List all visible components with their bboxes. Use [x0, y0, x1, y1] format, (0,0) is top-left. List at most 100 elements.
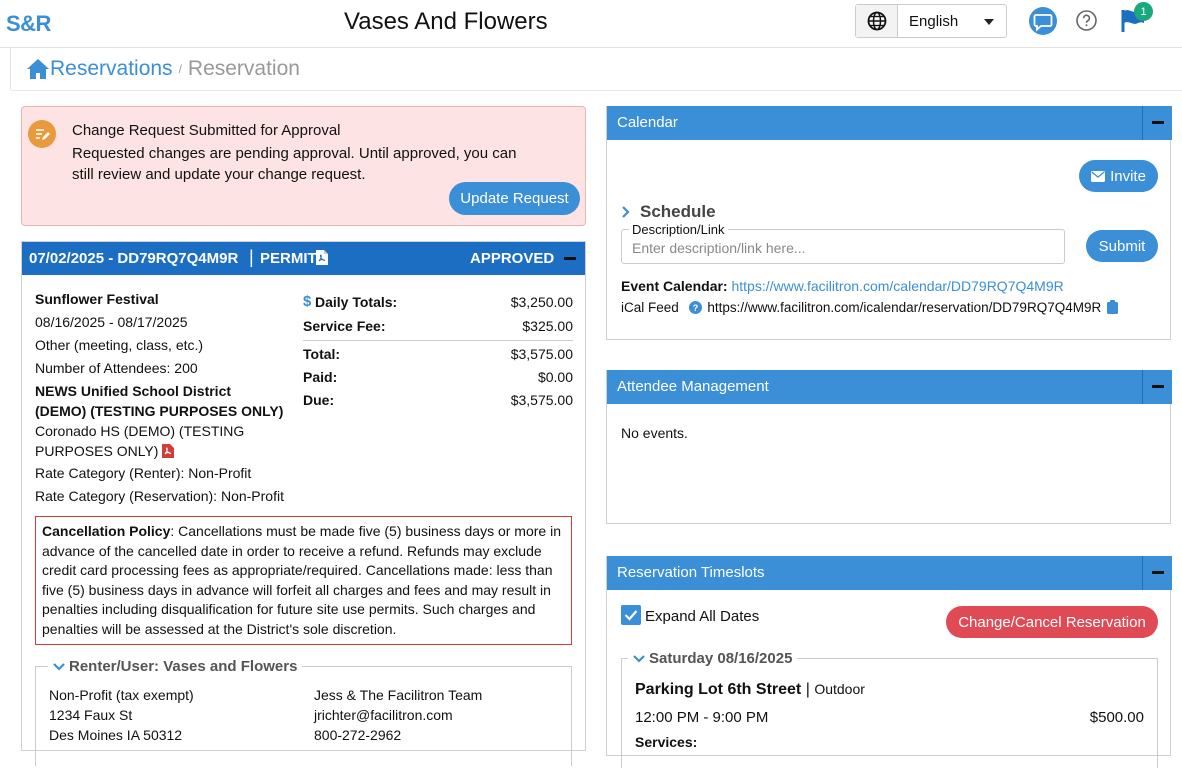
divider [303, 340, 573, 341]
dollar-icon: $ [303, 293, 312, 310]
timeslots-title: Reservation Timeslots [617, 564, 765, 581]
totals-value: $3,575.00 [510, 346, 573, 362]
totals-value: $0.00 [537, 369, 573, 385]
brand-logo[interactable]: S&R [6, 11, 51, 37]
invite-label: Invite [1110, 167, 1146, 185]
renter-section: Renter/User: Vases and Flowers Non-Profi… [35, 658, 572, 766]
location-type: Outdoor [814, 681, 865, 697]
description-label: Description/Link [629, 222, 728, 237]
invite-button[interactable]: Invite [1079, 160, 1158, 192]
breadcrumb-current: Reservation [187, 57, 300, 80]
chevron-down-icon [633, 654, 645, 663]
contact-phone: 800-272-2962 [314, 727, 402, 743]
language-select[interactable]: English [855, 4, 1007, 38]
check-icon [624, 610, 638, 621]
cancellation-policy: Cancellation Policy: Cancellations must … [35, 516, 572, 645]
ical-label: iCal Feed [621, 300, 679, 315]
event-calendar-link[interactable]: https://www.facilitron.com/calendar/DD79… [731, 278, 1063, 294]
permit-link[interactable]: PERMIT [260, 250, 317, 267]
pdf-icon[interactable] [316, 250, 328, 269]
chat-icon[interactable] [1028, 6, 1058, 36]
calendar-header: Calendar [607, 106, 1172, 140]
expand-all-checkbox[interactable] [621, 605, 641, 625]
permit-status: APPROVED [470, 250, 555, 267]
attendee-header: Attendee Management [607, 370, 1172, 404]
page-title: Vases And Flowers [344, 8, 548, 35]
home-icon [27, 59, 49, 79]
timeslot-price: $500.00 [1089, 709, 1144, 726]
totals-label: Due: [303, 392, 335, 408]
collapse-icon[interactable] [564, 257, 576, 260]
timeslots-header: Reservation Timeslots [607, 556, 1172, 590]
breadcrumb-root-label: Reservations [50, 57, 173, 80]
contact-line: Jess & The Facilitron Team [314, 687, 483, 703]
chevron-right-icon [622, 206, 630, 218]
event-calendar-label: Event Calendar: [621, 278, 728, 294]
calendar-title: Calendar [617, 114, 678, 131]
rate-category-renter: Rate Category (Renter): Non-Profit [35, 465, 252, 481]
breadcrumb-reservations[interactable]: Reservations [26, 57, 173, 81]
description-field[interactable]: Description/Link Enter description/link … [621, 222, 1065, 264]
renter-legend[interactable]: Renter/User: Vases and Flowers [48, 658, 303, 675]
event-type: Other (meeting, class, etc.) [35, 337, 204, 353]
pdf-icon[interactable] [162, 444, 175, 458]
permit-code: 07/02/2025 - DD79RQ7Q4M9R [29, 250, 239, 267]
attendee-count: Number of Attendees: 200 [35, 360, 198, 376]
timeslots-panel: Reservation Timeslots Expand All Dates C… [606, 556, 1172, 768]
ical-row: iCal Feed ? https://www.facilitron.com/i… [621, 300, 1118, 315]
chevron-down-icon [984, 19, 994, 25]
policy-text: : Cancellations must be made five (5) bu… [42, 523, 561, 637]
attendee-panel: Attendee Management No events. [606, 370, 1172, 524]
collapse-button[interactable] [1142, 106, 1172, 140]
schedule-label: Schedule [640, 202, 716, 221]
edit-note-icon [28, 120, 56, 148]
renter-line: 1234 Faux St [49, 707, 133, 723]
facility-name: Coronado HS (DEMO) (TESTING PURPOSES ONL… [35, 421, 265, 461]
clipboard-icon[interactable] [1106, 300, 1118, 314]
notification-badge: 1 [1134, 2, 1153, 21]
divider [10, 48, 11, 90]
totals-value: $3,575.00 [510, 392, 573, 408]
language-value: English [909, 13, 959, 30]
event-dates: 08/16/2025 - 08/17/2025 [35, 314, 188, 330]
chevron-down-icon [53, 662, 65, 671]
help-circle-icon[interactable]: ? [688, 301, 702, 314]
update-request-button[interactable]: Update Request [449, 182, 580, 215]
permit-card: 07/02/2025 - DD79RQ7Q4M9R | PERMIT APPRO… [21, 241, 586, 766]
alert-message: Requested changes are pending approval. … [72, 145, 517, 183]
totals-value: $325.00 [522, 318, 573, 334]
totals-label: Daily Totals: [315, 294, 398, 310]
location-separator: | [805, 681, 810, 698]
help-icon[interactable] [1076, 10, 1097, 31]
day-legend[interactable]: Saturday 08/16/2025 [628, 650, 798, 667]
schedule-toggle[interactable]: Schedule [621, 202, 716, 222]
submit-button[interactable]: Submit [1086, 230, 1158, 262]
totals-label: Total: [303, 346, 341, 362]
collapse-button[interactable] [1142, 370, 1172, 404]
totals-label: Service Fee: [303, 318, 386, 334]
location-row: Parking Lot 6th Street | Outdoor [635, 681, 865, 699]
top-bar: S&R Vases And Flowers English 1 [0, 0, 1182, 48]
description-placeholder: Enter description/link here... [632, 240, 806, 256]
collapse-button[interactable] [1142, 556, 1172, 590]
day-section: Saturday 08/16/2025 Parking Lot 6th Stre… [621, 650, 1158, 768]
change-request-alert: Change Request Submitted for Approval Re… [21, 106, 586, 226]
timeslot-time: 12:00 PM - 9:00 PM [635, 709, 769, 726]
svg-text:?: ? [692, 303, 698, 313]
globe-icon [856, 5, 898, 37]
envelope-icon [1091, 170, 1106, 182]
totals-label: Paid: [303, 369, 338, 385]
attendee-title: Attendee Management [617, 378, 769, 395]
permit-header-divider: | [249, 247, 254, 267]
contact-email[interactable]: jrichter@facilitron.com [314, 705, 482, 725]
services-label: Services: [635, 734, 698, 750]
location-name: Parking Lot 6th Street [635, 681, 802, 698]
divider [11, 90, 1182, 91]
expand-all-label: Expand All Dates [645, 608, 760, 625]
alert-title: Change Request Submitted for Approval [72, 122, 341, 139]
renter-legend-label: Renter/User: Vases and Flowers [69, 658, 298, 675]
event-calendar-row: Event Calendar: https://www.facilitron.c… [621, 278, 1064, 294]
change-cancel-button[interactable]: Change/Cancel Reservation [946, 606, 1158, 638]
district-name: NEWS Unified School District (DEMO) (TES… [35, 383, 284, 419]
renter-info: Non-Profit (tax exempt) 1234 Faux St Des… [49, 685, 194, 745]
